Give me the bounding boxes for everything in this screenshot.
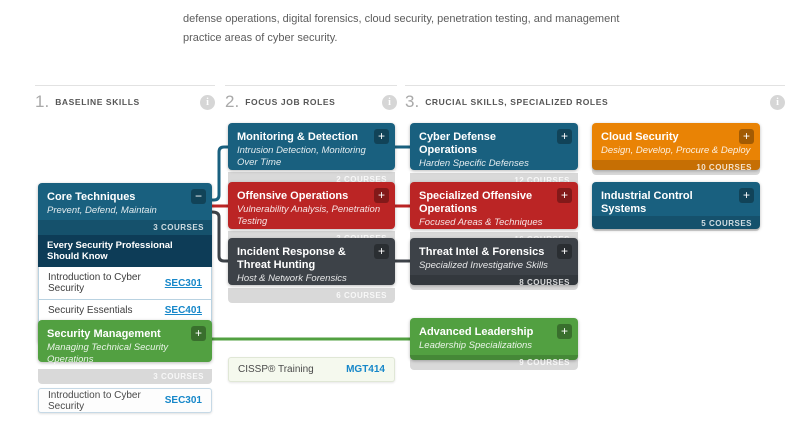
box-title: Threat Intel & Forensics [419,244,544,259]
expand-icon[interactable]: + [374,188,389,203]
course-count-badge: 5 COURSES [592,216,760,231]
box-subtitle: Leadership Specializations [410,339,578,355]
expand-icon[interactable]: + [739,129,754,144]
section-label: CRUCIAL SKILLS, SPECIALIZED ROLES [425,97,608,107]
box-header: Core Techniques − [38,183,212,204]
course-count-badge: 10 COURSES [592,160,760,175]
box-specialized-offensive-operations[interactable]: Specialized Offensive Operations+ Focuse… [410,182,578,229]
course-code-link[interactable]: SEC301 [165,278,202,289]
expand-icon[interactable]: + [557,188,572,203]
box-subtitle: Vulnerability Analysis, Penetration Test… [228,203,395,231]
box-threat-intel-forensics[interactable]: Threat Intel & Forensics + Specialized In… [410,238,578,285]
box-title: Specialized Offensive Operations [419,188,557,216]
expand-icon[interactable]: + [739,188,754,203]
section-number: 3. [405,92,419,112]
course-name: Introduction to Cyber Security [48,272,165,294]
box-title: Cloud Security [601,129,679,144]
section-number: 2. [225,92,239,112]
curriculum-roadmap: defense operations, digital forensics, c… [0,0,800,429]
course-card-cissp[interactable]: CISSP® Training MGT414 [228,357,395,382]
section-header-focus-job-roles: 2. FOCUS JOB ROLES i [225,85,397,111]
course-count-badge: 6 COURSES [228,288,395,303]
box-title: Cyber Defense Operations [419,129,557,157]
course-row[interactable]: Introduction to Cyber Security SEC301 [38,267,212,300]
expand-icon[interactable]: + [374,244,389,259]
section-header-crucial-skills: 3. CRUCIAL SKILLS, SPECIALIZED ROLES i [405,85,785,111]
box-incident-response[interactable]: Incident Response & Threat Hunting+ Host… [228,238,395,285]
box-cyber-defense-operations[interactable]: Cyber Defense Operations+ Harden Specifi… [410,123,578,170]
box-title: Core Techniques [47,189,135,204]
course-code-link[interactable]: SEC301 [165,395,202,406]
course-card-intro-cyber-security[interactable]: Introduction to Cyber Security SEC301 [38,388,212,413]
course-count-badge: 3 COURSES [38,220,212,235]
box-subtitle: Host & Network Forensics [228,272,395,288]
section-header-baseline-skills: 1. BASELINE SKILLS i [35,85,215,111]
box-title: Security Management [47,326,161,341]
expand-icon[interactable]: + [191,326,206,341]
course-name: Security Essentials [48,305,132,316]
box-subtitle: Focused Areas & Techniques [410,216,578,232]
box-subtitle: Managing Technical Security Operations [38,341,212,369]
box-subtitle: Specialized Investigative Skills [410,259,578,275]
banner-text: Every Security Professional Should Know [38,235,212,267]
course-count-badge: 3 COURSES [38,369,212,384]
expand-icon[interactable]: + [557,244,572,259]
info-icon[interactable]: i [200,95,215,110]
course-count-badge: 8 COURSES [410,275,578,290]
section-label: FOCUS JOB ROLES [245,97,335,107]
collapse-icon[interactable]: − [191,189,206,204]
box-industrial-control-systems[interactable]: Industrial Control Systems+ 5 COURSES [592,182,760,229]
box-monitoring-detection[interactable]: Monitoring & Detection + Intrusion Detect… [228,123,395,170]
box-title: Advanced Leadership [419,324,533,339]
info-icon[interactable]: i [770,95,785,110]
box-subtitle: Harden Specific Defenses [410,157,578,173]
info-icon[interactable]: i [382,95,397,110]
box-security-management[interactable]: Security Management+ Managing Technical … [38,320,212,362]
section-label: BASELINE SKILLS [55,97,140,107]
expand-icon[interactable]: + [557,324,572,339]
expand-icon[interactable]: + [557,129,572,144]
course-count-badge: 9 COURSES [410,355,578,370]
box-title: Monitoring & Detection [237,129,358,144]
intro-text: defense operations, digital forensics, c… [183,10,633,47]
box-advanced-leadership[interactable]: Advanced Leadership + Leadership Speciali… [410,318,578,360]
course-name: Introduction to Cyber Security [48,390,165,412]
box-subtitle: Intrusion Detection, Monitoring Over Tim… [228,144,395,172]
box-cloud-security[interactable]: Cloud Security + Design, Develop, Procure… [592,123,760,170]
course-code-link[interactable]: SEC401 [165,305,202,316]
course-row[interactable]: Security Essentials SEC401 [38,300,212,322]
course-name: CISSP® Training [238,364,314,375]
box-subtitle: Design, Develop, Procure & Deploy [592,144,760,160]
expand-icon[interactable]: + [374,129,389,144]
box-offensive-operations[interactable]: Offensive Operations + Vulnerability Anal… [228,182,395,229]
box-title: Offensive Operations [237,188,348,203]
box-title: Incident Response & Threat Hunting [237,244,374,272]
course-code-link[interactable]: MGT414 [346,364,385,375]
section-number: 1. [35,92,49,112]
box-subtitle: Prevent, Defend, Maintain [38,204,212,220]
box-title: Industrial Control Systems [601,188,739,216]
